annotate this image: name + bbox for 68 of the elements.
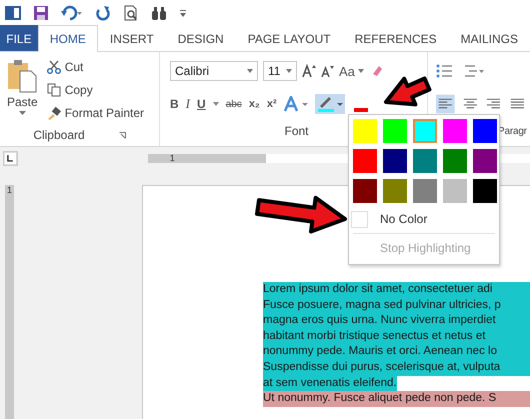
color-swatch[interactable] [383,179,407,203]
undo-icon[interactable] [61,4,83,20]
align-left-icon[interactable] [436,94,455,114]
ruler-number: 1 [6,185,12,197]
underline-button[interactable]: U [197,97,206,111]
copy-icon [46,83,61,97]
font-name-dropdown[interactable]: Calibri [170,61,258,81]
ribbon-tab[interactable]: MAILINGS [448,25,530,51]
group-label: Font [284,124,308,138]
superscript-button[interactable]: x² [266,98,277,110]
cut-button[interactable]: Cut [46,57,144,77]
align-center-icon[interactable] [462,97,478,111]
grow-font-icon[interactable] [302,64,316,78]
copy-button[interactable]: Copy [46,80,144,100]
align-right-icon[interactable] [485,97,502,111]
color-swatch[interactable] [353,149,377,173]
ruler-number: 1 [170,154,175,162]
font-size-dropdown[interactable]: 11 [263,61,297,81]
color-swatch[interactable] [473,149,497,173]
color-swatch[interactable] [413,119,437,143]
color-swatch[interactable] [383,119,407,143]
ribbon-tab[interactable]: PAGE LAYOUT [236,25,343,51]
change-case-button[interactable]: Aa [339,64,364,78]
ribbon-tab[interactable]: REFERENCES [342,25,449,51]
caret-icon [18,111,26,115]
justify-icon[interactable] [509,97,526,111]
redo-icon[interactable] [95,4,111,20]
color-swatch[interactable] [413,149,437,173]
color-swatch[interactable] [473,119,497,143]
color-swatch[interactable] [443,119,467,143]
tab-selector-icon[interactable] [3,150,18,166]
color-swatch[interactable] [443,149,467,173]
color-swatch[interactable] [383,149,407,173]
paste-button[interactable]: Paste [4,57,41,124]
shrink-font-icon[interactable] [321,65,334,77]
format-painter-button[interactable]: Format Painter [46,103,144,123]
highlighter-icon[interactable] [314,94,345,114]
caret-icon [286,69,292,73]
customize-menu-icon[interactable] [179,8,187,18]
save-icon[interactable] [33,4,49,20]
ribbon-tab[interactable]: INSERT [98,25,166,51]
no-color-option[interactable]: No Color [349,207,428,231]
strikethrough-button[interactable]: abc [226,98,242,110]
ribbon-tab[interactable]: HOME [38,25,98,52]
subscript-button[interactable]: x₂ [248,98,260,110]
print-preview-icon[interactable] [123,4,139,20]
group-label: Clipboard [33,128,85,142]
text-effects-icon[interactable] [284,96,308,112]
color-swatch[interactable] [353,179,377,203]
italic-button[interactable]: I [186,96,190,112]
caret-icon[interactable] [212,102,219,106]
arrow-drawing [384,76,432,106]
multilevel-list-icon[interactable] [463,64,485,78]
ribbon-tab[interactable]: DESIGN [166,25,236,51]
dialog-launcher-icon[interactable] [118,132,126,138]
file-tab[interactable]: FILE [0,25,38,51]
bold-button[interactable]: B [170,97,179,111]
paintbrush-icon [46,106,61,120]
color-swatch[interactable] [353,119,377,143]
caret-icon [358,69,364,73]
clipboard-icon [7,59,38,93]
scissors-icon [46,60,61,74]
color-swatch[interactable] [443,179,467,203]
binoculars-icon[interactable] [151,4,167,20]
color-swatch[interactable] [413,179,437,203]
color-swatch[interactable] [473,179,497,203]
word-logo-icon[interactable] [5,4,21,20]
caret-icon [247,69,253,73]
